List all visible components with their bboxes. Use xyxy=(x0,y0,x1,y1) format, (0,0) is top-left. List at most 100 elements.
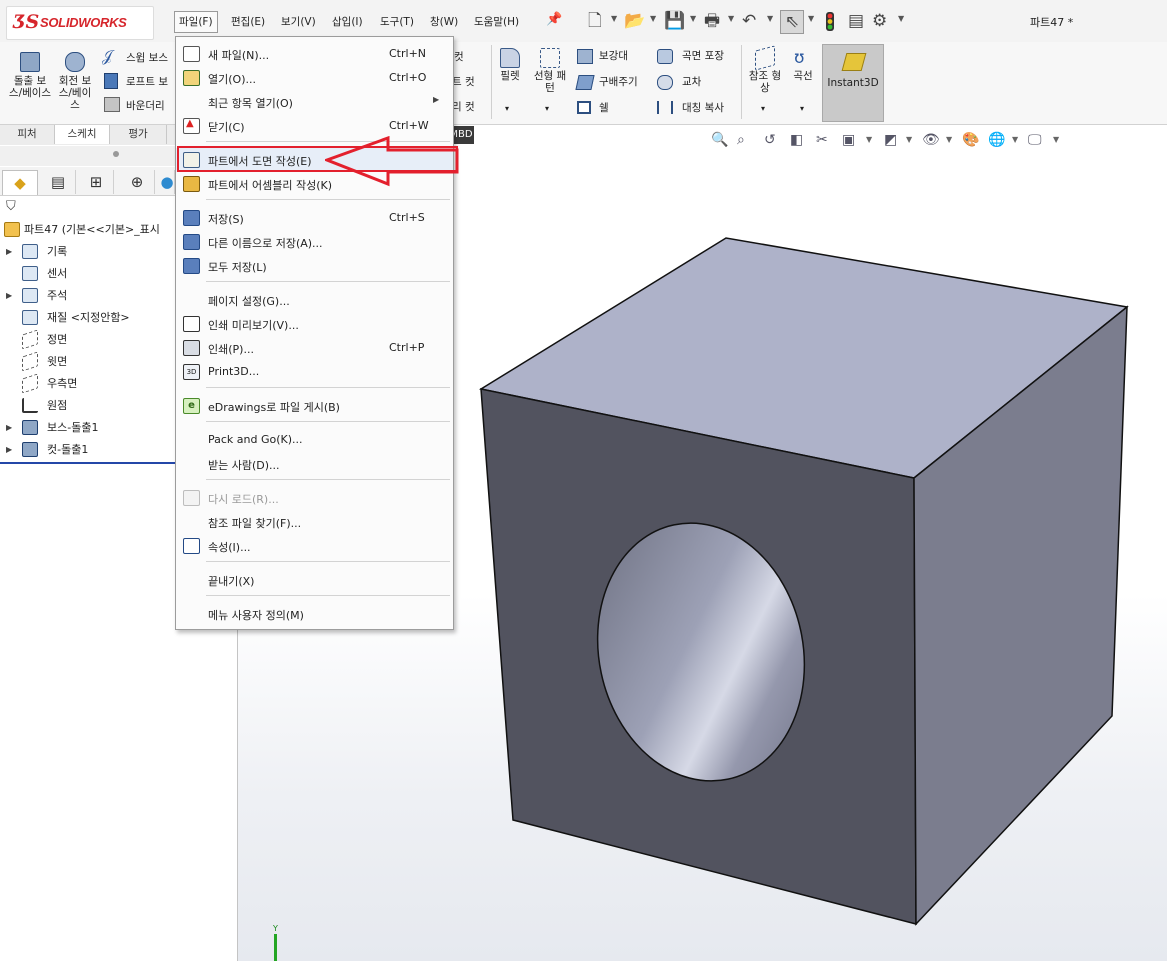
tree-item-label: 원점 xyxy=(47,399,68,412)
menu-item-shortcut: Ctrl+N xyxy=(389,47,427,60)
menu-item-close[interactable]: ▲ 닫기(C) Ctrl+W xyxy=(176,114,453,138)
menu-item-label: eDrawings로 파일 게시(B) xyxy=(208,401,340,414)
menu-item-recent[interactable]: 최근 항목 열기(O) ▶ xyxy=(176,90,453,114)
triad-y-axis xyxy=(274,934,277,961)
menu-item-shortcut: Ctrl+P xyxy=(389,341,425,354)
annotation-arrow-icon xyxy=(325,136,459,187)
menu-separator xyxy=(206,281,450,282)
save-icon xyxy=(183,210,200,226)
menu-item-save-as[interactable]: 다른 이름으로 저장(A)... xyxy=(176,230,453,254)
menu-item-exit[interactable]: 끝내기(X) xyxy=(176,568,453,592)
expand-arrow-icon[interactable]: ▶ xyxy=(6,241,12,263)
menu-item-label: 저장(S) xyxy=(208,213,244,226)
menu-separator xyxy=(206,421,450,422)
tree-item-label: 기록 xyxy=(47,245,68,258)
annotations-icon xyxy=(22,288,38,303)
menu-separator xyxy=(206,595,450,596)
menu-item-label: 열기(O)... xyxy=(208,73,256,86)
save-as-icon xyxy=(183,234,200,250)
plane-icon xyxy=(22,351,38,372)
new-file-icon xyxy=(183,46,200,62)
part-icon xyxy=(4,222,20,237)
menu-item-new[interactable]: 새 파일(N)... Ctrl+N xyxy=(176,42,453,66)
menu-item-print-preview[interactable]: 인쇄 미리보기(V)... xyxy=(176,312,453,336)
cut-extrude-icon xyxy=(22,442,38,457)
save-all-icon xyxy=(183,258,200,274)
plane-icon xyxy=(22,329,38,350)
menu-item-open[interactable]: 열기(O)... Ctrl+O xyxy=(176,66,453,90)
menu-item-print[interactable]: 인쇄(P)... Ctrl+P xyxy=(176,336,453,360)
menu-item-reload: 다시 로드(R)... xyxy=(176,486,453,510)
menu-item-publish-edrawings[interactable]: e eDrawings로 파일 게시(B) xyxy=(176,394,453,418)
menu-separator xyxy=(206,387,450,388)
menu-item-page-setup[interactable]: 페이지 설정(G)... xyxy=(176,288,453,312)
origin-icon xyxy=(22,398,38,413)
make-assembly-icon xyxy=(183,176,200,192)
menu-item-save[interactable]: 저장(S) Ctrl+S xyxy=(176,206,453,230)
tree-root-label: 파트47 (기본<<기본>_표시 xyxy=(24,223,160,236)
menu-item-label: 새 파일(N)... xyxy=(208,49,270,62)
boss-extrude-icon xyxy=(22,420,38,435)
menu-item-send-to[interactable]: 받는 사람(D)... xyxy=(176,452,453,476)
expand-arrow-icon[interactable]: ▶ xyxy=(6,439,12,461)
menu-item-label: 참조 파일 찾기(F)... xyxy=(208,517,302,530)
dimxpertmanager-tab-icon[interactable]: ⊕ xyxy=(120,170,155,194)
tree-item-label: 정면 xyxy=(47,333,68,346)
plane-icon xyxy=(22,373,38,394)
edrawings-icon: e xyxy=(183,398,200,414)
menu-item-label: 파트에서 어셈블리 작성(K) xyxy=(208,179,332,192)
menu-separator xyxy=(206,479,450,480)
menu-item-label: 인쇄(P)... xyxy=(208,343,254,356)
print3d-icon: 3D xyxy=(183,364,200,380)
menu-item-save-all[interactable]: 모두 저장(L) xyxy=(176,254,453,278)
tree-item-label: 윗면 xyxy=(47,355,68,368)
menu-item-label: 끝내기(X) xyxy=(208,575,255,588)
tree-item-label: 주석 xyxy=(47,289,68,302)
menu-item-shortcut: Ctrl+O xyxy=(389,71,427,84)
tree-item-label: 보스-돌출1 xyxy=(47,421,99,434)
display-manager-tab-icon[interactable]: ● xyxy=(160,170,175,194)
expand-arrow-icon[interactable]: ▶ xyxy=(6,417,12,439)
submenu-arrow-icon: ▶ xyxy=(433,95,440,104)
open-icon xyxy=(183,70,200,86)
menu-item-customize-menu[interactable]: 메뉴 사용자 정의(M) xyxy=(176,602,453,626)
menu-item-label: 페이지 설정(G)... xyxy=(208,295,290,308)
file-menu-dropdown: 새 파일(N)... Ctrl+N 열기(O)... Ctrl+O 최근 항목 … xyxy=(175,36,454,630)
menu-item-label: Print3D... xyxy=(208,365,260,378)
menu-item-label: 모두 저장(L) xyxy=(208,261,267,274)
properties-icon xyxy=(183,538,200,554)
sensor-icon xyxy=(22,266,38,281)
menu-item-pack-and-go[interactable]: Pack and Go(K)... xyxy=(176,428,453,452)
menu-item-print3d[interactable]: 3D Print3D... xyxy=(176,360,453,384)
menu-item-label: 메뉴 사용자 정의(M) xyxy=(208,609,304,622)
triad-y-label: Y xyxy=(273,924,278,933)
menu-item-find-references[interactable]: 참조 파일 찾기(F)... xyxy=(176,510,453,534)
featuremanager-tab-icon[interactable]: ◆ xyxy=(2,170,38,195)
tree-item-label: 우측면 xyxy=(47,377,78,390)
menu-item-shortcut: Ctrl+S xyxy=(389,211,425,224)
menu-item-properties[interactable]: 속성(I)... xyxy=(176,534,453,558)
history-folder-icon xyxy=(22,244,38,259)
menu-separator xyxy=(206,199,450,200)
tree-item-label: 재질 <지정안함> xyxy=(47,311,130,324)
grip-dot-icon xyxy=(113,151,119,157)
close-doc-icon: ▲ xyxy=(183,118,200,134)
menu-item-shortcut: Ctrl+W xyxy=(389,119,429,132)
menu-item-label: 닫기(C) xyxy=(208,121,245,134)
menu-item-label: 받는 사람(D)... xyxy=(208,459,280,472)
menu-item-label: 최근 항목 열기(O) xyxy=(208,97,293,110)
menu-item-label: Pack and Go(K)... xyxy=(208,433,303,446)
propertymanager-tab-icon[interactable]: ▤ xyxy=(41,170,76,194)
print-preview-icon xyxy=(183,316,200,332)
menu-item-label: 다른 이름으로 저장(A)... xyxy=(208,237,323,250)
menu-item-label: 인쇄 미리보기(V)... xyxy=(208,319,299,332)
filter-icon[interactable]: ⛉ xyxy=(6,199,16,214)
menu-item-label: 속성(I)... xyxy=(208,541,251,554)
configurationmanager-tab-icon[interactable]: ⊞ xyxy=(79,170,114,194)
tree-item-label: 컷-돌출1 xyxy=(47,443,89,456)
menu-item-label: 다시 로드(R)... xyxy=(208,493,279,506)
expand-arrow-icon[interactable]: ▶ xyxy=(6,285,12,307)
menu-separator xyxy=(206,561,450,562)
tree-item-label: 센서 xyxy=(47,267,68,280)
material-icon xyxy=(22,310,38,325)
